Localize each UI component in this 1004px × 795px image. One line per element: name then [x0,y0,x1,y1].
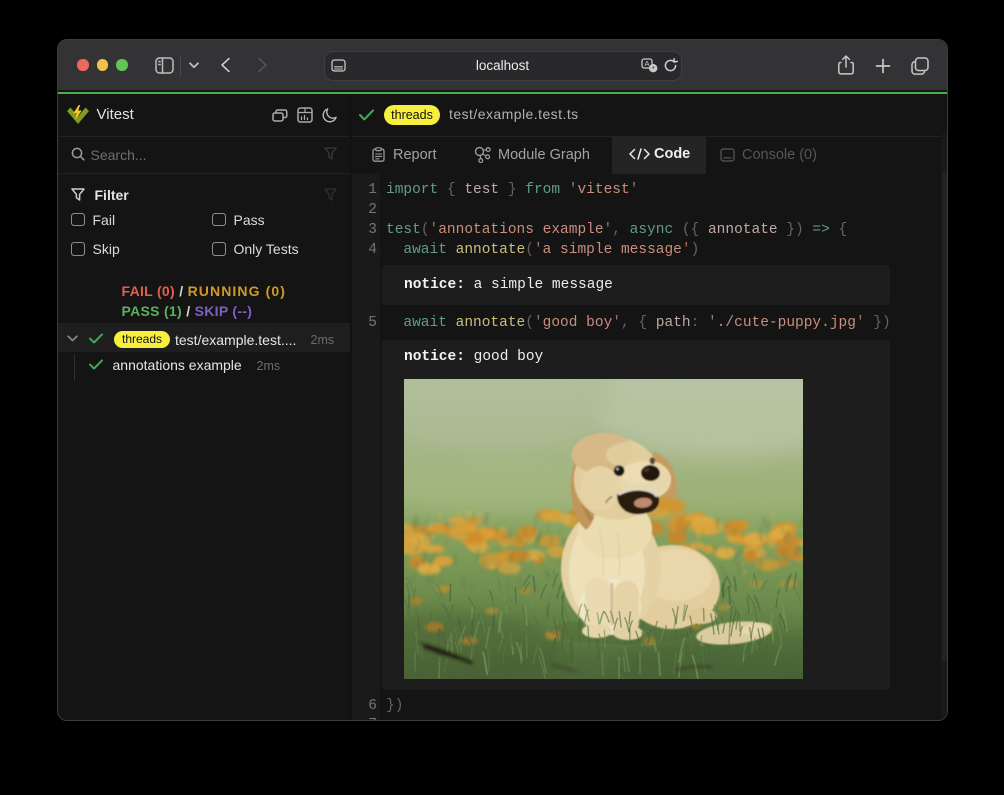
svg-text:*: * [651,65,654,72]
svg-text:A: A [644,59,649,68]
